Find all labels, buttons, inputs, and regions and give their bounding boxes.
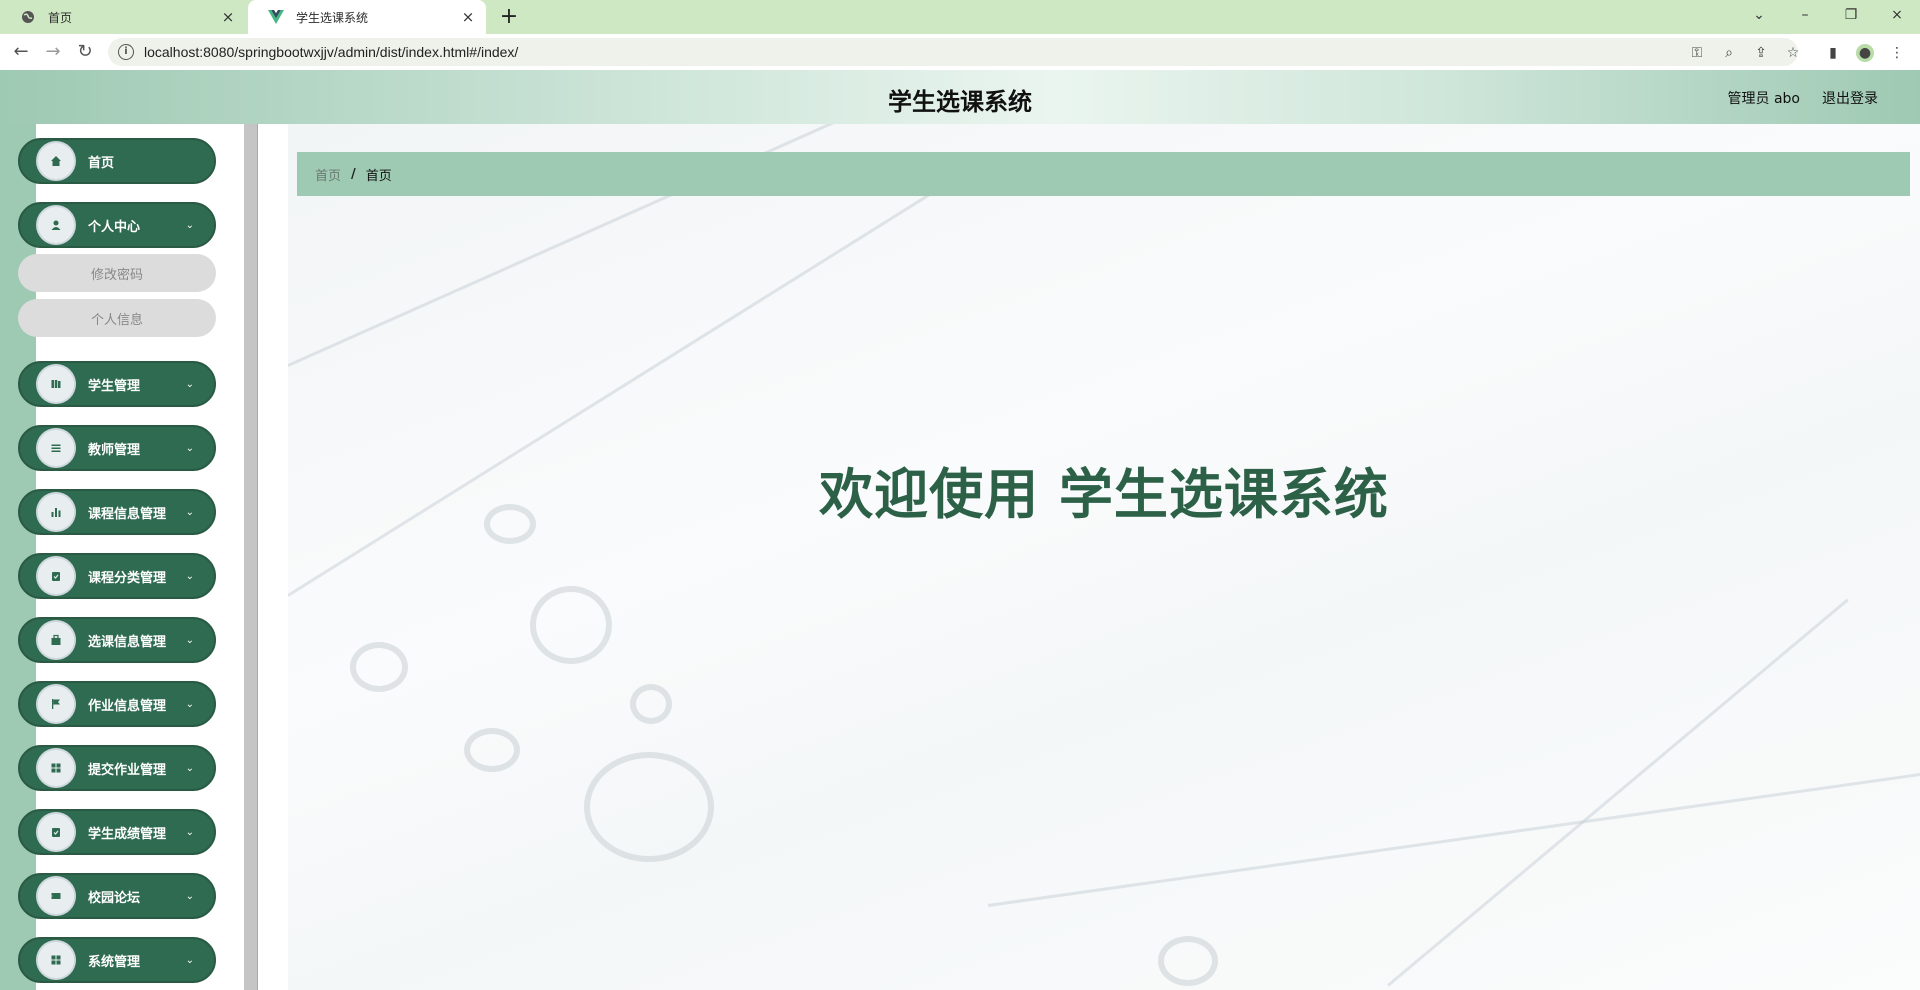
decor-streak [987,764,1920,907]
new-tab-button[interactable]: + [496,4,522,30]
chevron-down-icon: ⌄ [185,634,194,646]
briefcase-icon [38,622,74,658]
tab-title: 首页 [48,10,73,25]
decor-droplet [530,586,612,664]
sidebar-item-student-grades-management[interactable]: 学生成绩管理 ⌄ [18,809,216,855]
vue-logo-icon [268,9,284,25]
app-header: 学生选课系统 管理员 abo 退出登录 [0,70,1920,124]
sidebar-item-homework-info-management[interactable]: 作业信息管理 ⌄ [18,681,216,727]
chevron-down-icon: ⌄ [185,762,194,774]
breadcrumb-current: 首页 [365,168,392,184]
address-toolbar: ← → ↻ i localhost:8080/springbootwxjjv/a… [0,34,1920,70]
home-icon [38,143,74,179]
breadcrumb-home-link[interactable]: 首页 [315,165,341,184]
sidebar-item-student-management[interactable]: 学生管理 ⌄ [18,361,216,407]
sidebar-subitem-personal-info[interactable]: 个人信息 [18,299,216,337]
sidebar-item-label: 选课信息管理 [88,634,167,650]
list-icon [38,430,74,466]
grid-icon [38,750,74,786]
flag-icon [38,686,74,722]
grid-icon [38,942,74,978]
info-icon[interactable]: i [118,44,134,60]
sidebar-item-campus-forum[interactable]: 校园论坛 ⌄ [18,873,216,919]
chevron-down-icon: ⌄ [185,826,194,838]
sidebar-subitem-change-password[interactable]: 修改密码 [18,254,216,292]
sidebar-item-label: 系统管理 [88,954,141,970]
sidebar-item-label: 校园论坛 [88,890,141,906]
sidebar-scrollbar[interactable] [244,124,258,990]
logout-link[interactable]: 退出登录 [1822,88,1878,108]
sidebar-item-personal-center[interactable]: 个人中心 ⌄ [18,202,216,248]
sidebar-item-label: 教师管理 [88,442,141,458]
sidebar-item-teacher-management[interactable]: 教师管理 ⌄ [18,425,216,471]
chevron-down-icon: ⌄ [185,506,194,518]
tab-search-button[interactable]: ⌄ [1736,0,1782,30]
star-icon[interactable]: ☆ [1784,44,1802,62]
sidebar-item-label: 课程信息管理 [88,506,167,522]
url-text[interactable]: localhost:8080/springbootwxjjv/admin/dis… [144,44,518,60]
sidebar-item-label: 提交作业管理 [88,762,167,778]
sidebar-item-label: 学生成绩管理 [88,826,167,842]
zoom-icon[interactable]: ⌕ [1720,44,1738,62]
main-content [288,124,1920,990]
user-icon [38,207,74,243]
sidebar-item-course-info-management[interactable]: 课程信息管理 ⌄ [18,489,216,535]
chart-icon [38,494,74,530]
sidebar-item-system-management[interactable]: 系统管理 ⌄ [18,937,216,983]
browser-tab-home[interactable]: 首页 × [0,0,246,34]
video-icon [38,878,74,914]
decor-droplet [630,684,672,724]
side-panel-icon[interactable]: ▮ [1824,44,1842,62]
breadcrumb-separator: / [351,166,356,182]
chevron-down-icon: ⌄ [185,954,194,966]
sidebar-item-label: 首页 [88,155,115,171]
sidebar-item-label: 学生管理 [88,378,141,394]
welcome-heading: 欢迎使用 学生选课系统 [819,463,1389,526]
chevron-down-icon: ⌄ [185,219,194,231]
decor-droplet [1158,936,1218,986]
sidebar-item-submitted-homework-management[interactable]: 提交作业管理 ⌄ [18,745,216,791]
share-icon[interactable]: ⇪ [1752,44,1770,62]
chevron-down-icon: ⌄ [185,570,194,582]
minimize-button[interactable]: – [1782,0,1828,30]
browser-tab-active[interactable]: 学生选课系统 × [248,0,486,34]
decor-droplet [350,642,408,692]
chevron-down-icon: ⌄ [185,378,194,390]
app-page: 学生选课系统 管理员 abo 退出登录 首页 / 首页 欢迎使用 学生选课系统 … [0,70,1920,990]
sidebar-item-label: 个人中心 [88,219,141,235]
sidebar-item-course-category-management[interactable]: 课程分类管理 ⌄ [18,553,216,599]
reload-icon[interactable]: ↻ [72,39,98,65]
tab-title: 学生选课系统 [296,10,369,25]
calendar-check-icon [38,814,74,850]
key-icon[interactable]: ⚿ [1688,44,1706,62]
current-user: 管理员 abo [1727,91,1800,107]
chevron-down-icon: ⌄ [185,698,194,710]
clipboard-icon [38,558,74,594]
decor-droplet [584,752,714,862]
chevron-down-icon: ⌄ [185,890,194,902]
back-arrow-icon[interactable]: ← [8,39,34,65]
chevron-down-icon: ⌄ [185,442,194,454]
address-bar[interactable]: i localhost:8080/springbootwxjjv/admin/d… [108,38,1798,66]
menu-kebab-icon[interactable]: ⋮ [1888,44,1906,62]
restore-button[interactable]: ❐ [1828,0,1874,30]
sidebar-item-home[interactable]: 首页 [18,138,216,184]
globe-icon [20,9,36,25]
window-close-button[interactable]: × [1874,0,1920,30]
close-icon[interactable]: × [218,7,238,27]
site-title: 学生选课系统 [888,88,1032,116]
profile-avatar-icon[interactable]: ● [1856,44,1874,62]
book-icon [38,366,74,402]
decor-droplet [464,728,520,772]
sidebar-item-label: 课程分类管理 [88,570,167,586]
decor-streak [288,191,934,597]
close-icon[interactable]: × [458,7,478,27]
browser-tab-strip: 首页 × 学生选课系统 × + ⌄ – ❐ × [0,0,1920,34]
breadcrumb: 首页 / 首页 [297,152,1910,196]
sidebar-item-label: 作业信息管理 [88,698,167,714]
forward-arrow-icon[interactable]: → [40,39,66,65]
sidebar-item-course-selection-management[interactable]: 选课信息管理 ⌄ [18,617,216,663]
